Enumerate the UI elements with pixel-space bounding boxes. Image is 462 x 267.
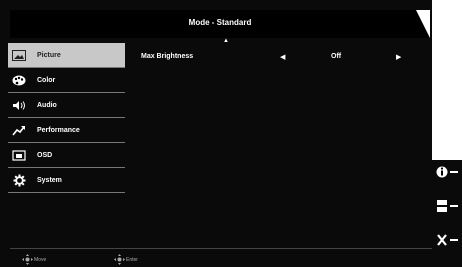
gear-icon (11, 174, 27, 186)
sidebar-item-label: Picture (37, 51, 61, 59)
arrow-right-icon[interactable]: ▶ (396, 53, 401, 61)
setting-value: Off (331, 53, 342, 60)
sidebar-item-picture[interactable]: Picture (8, 43, 125, 68)
sidebar-item-osd[interactable]: OSD (8, 143, 125, 168)
setting-label: Max Brightness (141, 53, 194, 60)
palette-icon (11, 74, 27, 86)
sidebar-item-audio[interactable]: Audio (8, 93, 125, 118)
sidebar-item-system[interactable]: System (8, 168, 125, 193)
sidebar-item-label: OSD (37, 151, 53, 159)
performance-icon (11, 124, 27, 136)
move-joystick-icon (22, 254, 33, 265)
menu-key-icon[interactable] (436, 199, 460, 213)
page-title: Mode - Standard (188, 18, 252, 27)
sidebar-item-label: Color (37, 76, 56, 84)
sidebar-item-label: Performance (37, 126, 80, 134)
picture-icon (11, 49, 27, 61)
hotkey-bar (432, 160, 462, 267)
enter-hint: Enter (114, 254, 138, 265)
sidebar-item-label: Audio (37, 101, 57, 109)
exit-key-icon[interactable] (436, 233, 460, 247)
up-arrow-icon[interactable]: ▲ (223, 38, 229, 44)
setting-row-max-brightness[interactable]: Max Brightness ◀ Off ▶ (141, 53, 411, 65)
speaker-icon (11, 99, 27, 111)
enter-joystick-icon (114, 254, 125, 265)
move-label: Move (34, 256, 47, 263)
header-bar: Mode - Standard (10, 10, 430, 38)
footer-divider (10, 248, 432, 249)
sidebar-item-color[interactable]: Color (8, 68, 125, 93)
arrow-left-icon[interactable]: ◀ (280, 53, 285, 61)
move-hint: Move (22, 254, 46, 265)
sidebar-item-label: System (37, 176, 62, 184)
osd-menu: Mode - Standard ▲ Picture Color Audio Pe (0, 0, 432, 267)
osd-icon (11, 149, 27, 161)
sidebar: Picture Color Audio Performance OSD Syst… (8, 43, 125, 193)
enter-label: Enter (126, 256, 138, 263)
sidebar-item-performance[interactable]: Performance (8, 118, 125, 143)
info-key-icon[interactable] (436, 165, 460, 179)
footer-hints: Move Enter (0, 251, 432, 267)
